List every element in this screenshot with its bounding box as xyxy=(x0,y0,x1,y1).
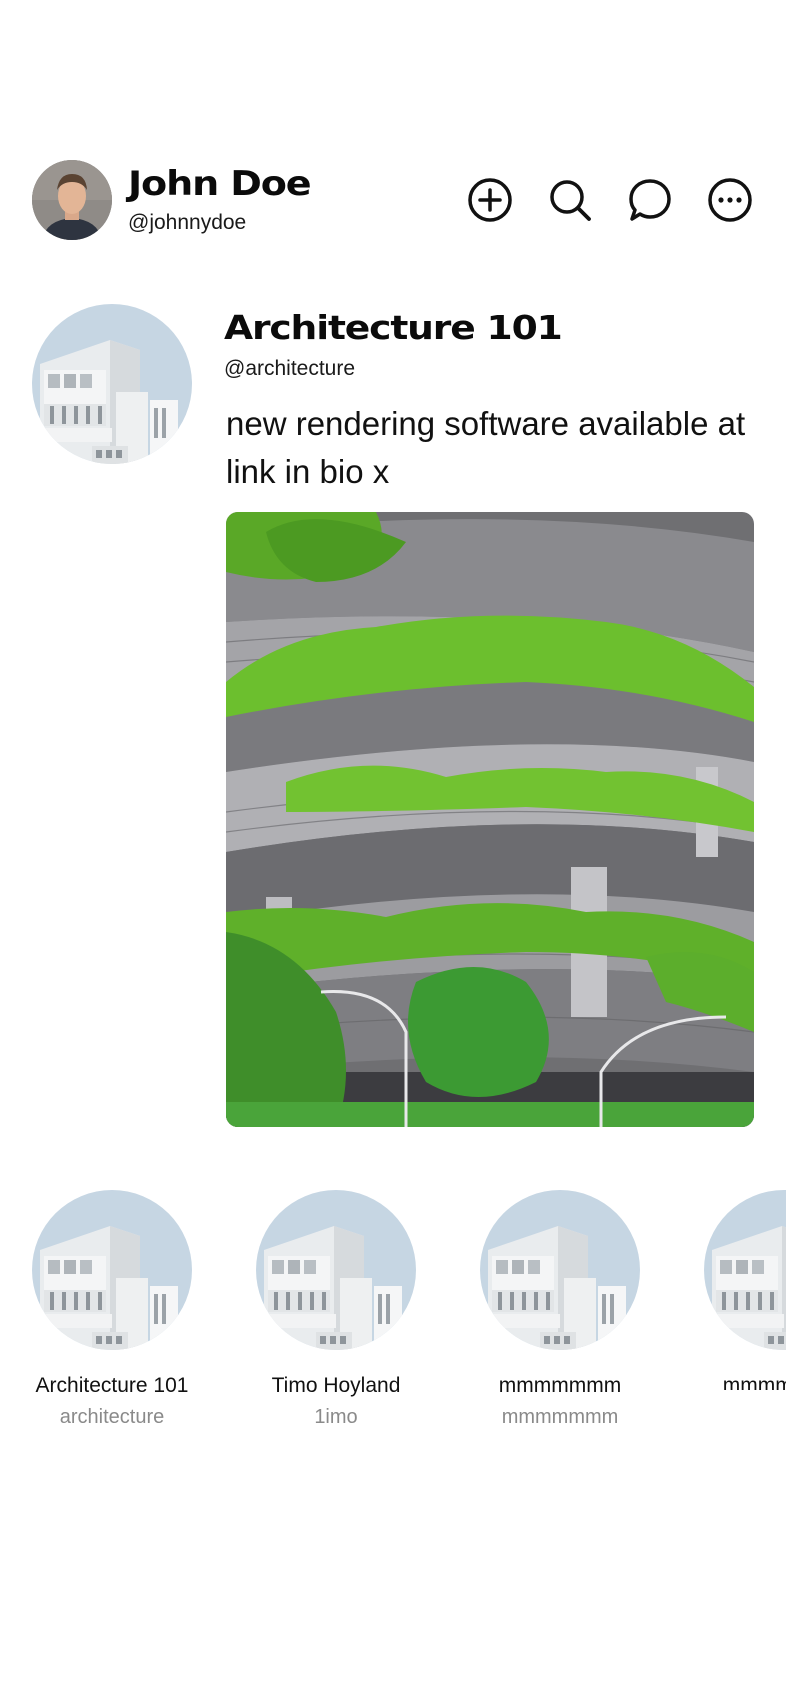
suggested-account[interactable]: Architecture 101 architecture xyxy=(12,1190,212,1429)
more-options-icon xyxy=(708,178,752,222)
account-avatar[interactable] xyxy=(480,1190,640,1350)
more-options-button[interactable] xyxy=(706,176,754,224)
messages-button[interactable] xyxy=(626,176,674,224)
user-avatar[interactable] xyxy=(32,160,112,240)
post-author-avatar[interactable] xyxy=(32,304,192,464)
post-author-handle[interactable]: @architecture xyxy=(224,357,355,381)
plus-circle-icon xyxy=(468,178,512,222)
account-name: Architecture 101 xyxy=(35,1374,189,1397)
account-avatar[interactable] xyxy=(704,1190,786,1350)
suggested-account-clipped[interactable]: mmmmmmm mmmmmmm xyxy=(704,1190,786,1390)
user-name: John Doe xyxy=(128,164,312,204)
account-name: mmmmmmm xyxy=(498,1374,622,1397)
post-author-name[interactable]: Architecture 101 xyxy=(224,308,563,347)
account-name: Timo Hoyland xyxy=(271,1374,401,1397)
account-name: mmmmmmm xyxy=(722,1374,786,1390)
search-button[interactable] xyxy=(546,176,594,224)
suggested-account[interactable]: Timo Hoyland 1imo xyxy=(236,1190,436,1429)
search-icon xyxy=(550,180,591,221)
account-handle: mmmmmmm xyxy=(501,1406,619,1428)
post-text: new rendering software available at link… xyxy=(226,405,746,490)
account-handle: architecture xyxy=(59,1406,165,1428)
suggested-account[interactable]: mmmmmmm mmmmmmm xyxy=(460,1190,660,1429)
post-image[interactable] xyxy=(226,512,754,1127)
account-handle: 1imo xyxy=(314,1406,358,1428)
account-avatar[interactable] xyxy=(256,1190,416,1350)
user-handle: @johnnydoe xyxy=(128,211,247,234)
new-post-button[interactable] xyxy=(466,176,514,224)
chat-bubble-icon xyxy=(629,179,671,221)
account-avatar[interactable] xyxy=(32,1190,192,1350)
